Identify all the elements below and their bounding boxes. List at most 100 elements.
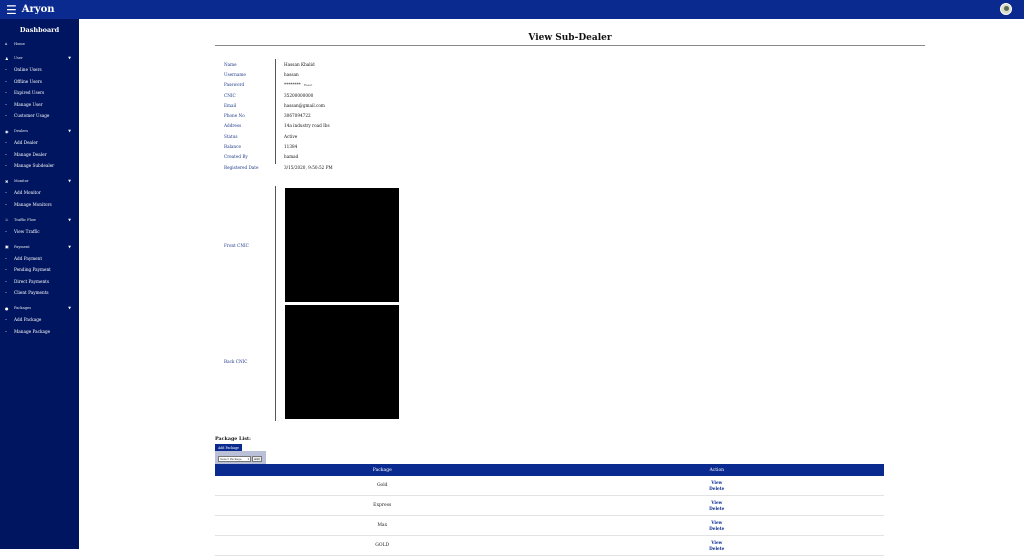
table-row: Max View Delete bbox=[215, 516, 884, 536]
sidebar-section-dealers[interactable]: ◉ Dealers ▼ bbox=[0, 126, 79, 138]
sidebar: Dashboard ⌂ Home ♟ User ▼ – Online Users – Off… bbox=[0, 19, 79, 549]
dash-icon: – bbox=[5, 317, 7, 323]
sidebar-section-label: Packages bbox=[14, 306, 32, 311]
sidebar-item-manage-package[interactable]: – Manage Package bbox=[0, 326, 79, 338]
sidebar-item-label: Manage User bbox=[14, 101, 43, 107]
sidebar-section-payment[interactable]: ▣ Payment ▼ bbox=[0, 241, 79, 253]
home-icon: ⌂ bbox=[5, 41, 8, 47]
detail-value: 3067094722 bbox=[284, 113, 311, 119]
title-divider bbox=[215, 45, 925, 46]
chevron-down-icon: ▼ bbox=[68, 179, 71, 184]
sidebar-item-home[interactable]: ⌂ Home bbox=[0, 38, 79, 50]
sidebar-item-add-monitor[interactable]: – Add Monitor bbox=[0, 187, 79, 199]
user-avatar-icon[interactable] bbox=[1000, 3, 1012, 15]
table-row: Express View Delete bbox=[215, 496, 884, 516]
package-table: Package Action Gold View Delete Express View… bbox=[215, 464, 884, 556]
front-cnic-image bbox=[285, 188, 399, 302]
sidebar-section-packages[interactable]: ● Packages ▼ bbox=[0, 303, 79, 315]
detail-value: 3/15/2020, 9:50:52 PM bbox=[284, 164, 333, 170]
sidebar-item-label: Client Payments bbox=[14, 290, 49, 296]
detail-label: CNIC bbox=[224, 92, 236, 98]
sidebar-item-offline-users[interactable]: – Offline Users bbox=[0, 76, 79, 88]
sidebar-item-client-payments[interactable]: – Client Payments bbox=[0, 287, 79, 299]
sidebar-item-pending-payment[interactable]: – Pending Payment bbox=[0, 264, 79, 276]
sidebar-item-manage-subdealer[interactable]: – Manage Subdealer bbox=[0, 160, 79, 172]
dash-icon: – bbox=[5, 67, 7, 73]
row-actions: View Delete bbox=[550, 520, 885, 532]
sidebar-item-label: Home bbox=[14, 41, 25, 46]
delete-link[interactable]: Delete bbox=[709, 506, 724, 512]
sidebar-item-add-dealer[interactable]: – Add Dealer bbox=[0, 137, 79, 149]
sidebar-section-label: Payment bbox=[14, 244, 30, 249]
sidebar-item-manage-dealer[interactable]: – Manage Dealer bbox=[0, 149, 79, 161]
sidebar-section-monitor[interactable]: ✖ Monitor ▼ bbox=[0, 176, 79, 188]
sidebar-item-customer-usage[interactable]: – Customer Usage bbox=[0, 110, 79, 122]
detail-row: Name Hassan Khalid bbox=[224, 59, 333, 69]
package-name: Max bbox=[377, 523, 388, 528]
sidebar-section-user[interactable]: ♟ User ▼ bbox=[0, 53, 79, 65]
detail-label: Username bbox=[224, 71, 246, 77]
add-package-tab[interactable]: Add Package bbox=[215, 444, 242, 451]
sidebar-item-expired-users[interactable]: – Expired Users bbox=[0, 87, 79, 99]
sidebar-item-label: Manage Dealer bbox=[14, 151, 47, 157]
sidebar-item-add-payment[interactable]: – Add Payment bbox=[0, 253, 79, 265]
delete-link[interactable]: Delete bbox=[709, 526, 724, 532]
dealers-icon: ◉ bbox=[5, 128, 9, 134]
sidebar-item-manage-monitors[interactable]: – Manage Monitors bbox=[0, 199, 79, 211]
sidebar-item-view-traffic[interactable]: – View Traffic bbox=[0, 226, 79, 238]
payment-icon: ▣ bbox=[5, 244, 9, 250]
detail-label: Created By bbox=[224, 154, 248, 160]
sidebar-section-label: User bbox=[14, 56, 23, 61]
detail-value: 35200000000 bbox=[284, 92, 314, 98]
dash-icon: – bbox=[5, 101, 7, 107]
detail-row: Address 14a industry road Ibs bbox=[224, 121, 333, 131]
add-package-button[interactable]: Add bbox=[252, 455, 262, 462]
sidebar-sections: ♟ User ▼ – Online Users – Offline Users – Expire… bbox=[0, 53, 79, 342]
sidebar-item-manage-user[interactable]: – Manage User bbox=[0, 99, 79, 111]
detail-row: Created By hamad bbox=[224, 152, 333, 162]
sidebar-item-label: Manage Package bbox=[14, 328, 51, 334]
table-header: Package Action bbox=[215, 464, 884, 476]
detail-row: Registered Date 3/15/2020, 9:50:52 PM bbox=[224, 162, 333, 172]
cnic-divider bbox=[275, 186, 276, 421]
dash-icon: – bbox=[5, 151, 7, 157]
sidebar-section-label: Traffic Flow bbox=[14, 217, 36, 222]
dash-icon: – bbox=[5, 163, 7, 169]
sidebar-item-label: Add Dealer bbox=[14, 140, 38, 146]
detail-value: hassan@gmail.com bbox=[284, 102, 325, 108]
chevron-down-icon: ▼ bbox=[68, 306, 71, 311]
reset-password-link[interactable]: Reset bbox=[304, 83, 313, 87]
sidebar-item-label: Add Package bbox=[14, 317, 42, 323]
detail-row: Status Active bbox=[224, 131, 333, 141]
delete-link[interactable]: Delete bbox=[709, 486, 724, 492]
app-brand[interactable]: Aryon bbox=[22, 4, 55, 15]
dash-icon: – bbox=[5, 113, 7, 119]
column-header-action: Action bbox=[709, 467, 725, 473]
table-row: Gold View Delete bbox=[215, 476, 884, 496]
details-list: Name Hassan Khalid Username hassan Password *… bbox=[224, 59, 333, 172]
detail-label: Balance bbox=[224, 144, 241, 150]
chevron-down-icon: ▼ bbox=[68, 217, 71, 222]
sidebar-item-direct-payments[interactable]: – Direct Payments bbox=[0, 276, 79, 288]
package-name: GOLD bbox=[375, 543, 390, 548]
chevron-down-icon: ▼ bbox=[68, 56, 71, 61]
sidebar-item-add-package[interactable]: – Add Package bbox=[0, 314, 79, 326]
dash-icon: – bbox=[5, 190, 7, 196]
detail-row: CNIC 35200000000 bbox=[224, 90, 333, 100]
sidebar-section-label: Dealers bbox=[14, 129, 28, 134]
sidebar-section-traffic-flow[interactable]: ♨ Traffic Flow ▼ bbox=[0, 214, 79, 226]
sidebar-item-label: Manage Subdealer bbox=[14, 163, 55, 169]
sidebar-item-online-users[interactable]: – Online Users bbox=[0, 64, 79, 76]
hamburger-icon[interactable]: ☰ bbox=[6, 4, 17, 16]
package-select[interactable]: Select Package ▾ bbox=[218, 455, 251, 462]
monitor-icon: ✖ bbox=[5, 178, 9, 184]
sidebar-title[interactable]: Dashboard bbox=[0, 26, 79, 38]
dash-icon: – bbox=[5, 278, 7, 284]
detail-row: Password ******** Reset bbox=[224, 80, 333, 90]
chevron-down-icon: ▼ bbox=[68, 244, 71, 249]
dash-icon: – bbox=[5, 140, 7, 146]
back-cnic-label: Back CNIC bbox=[224, 359, 248, 364]
page-title: View Sub-Dealer bbox=[528, 33, 612, 43]
package-name: Express bbox=[373, 503, 392, 508]
table-row: GOLD View Delete bbox=[215, 536, 884, 556]
